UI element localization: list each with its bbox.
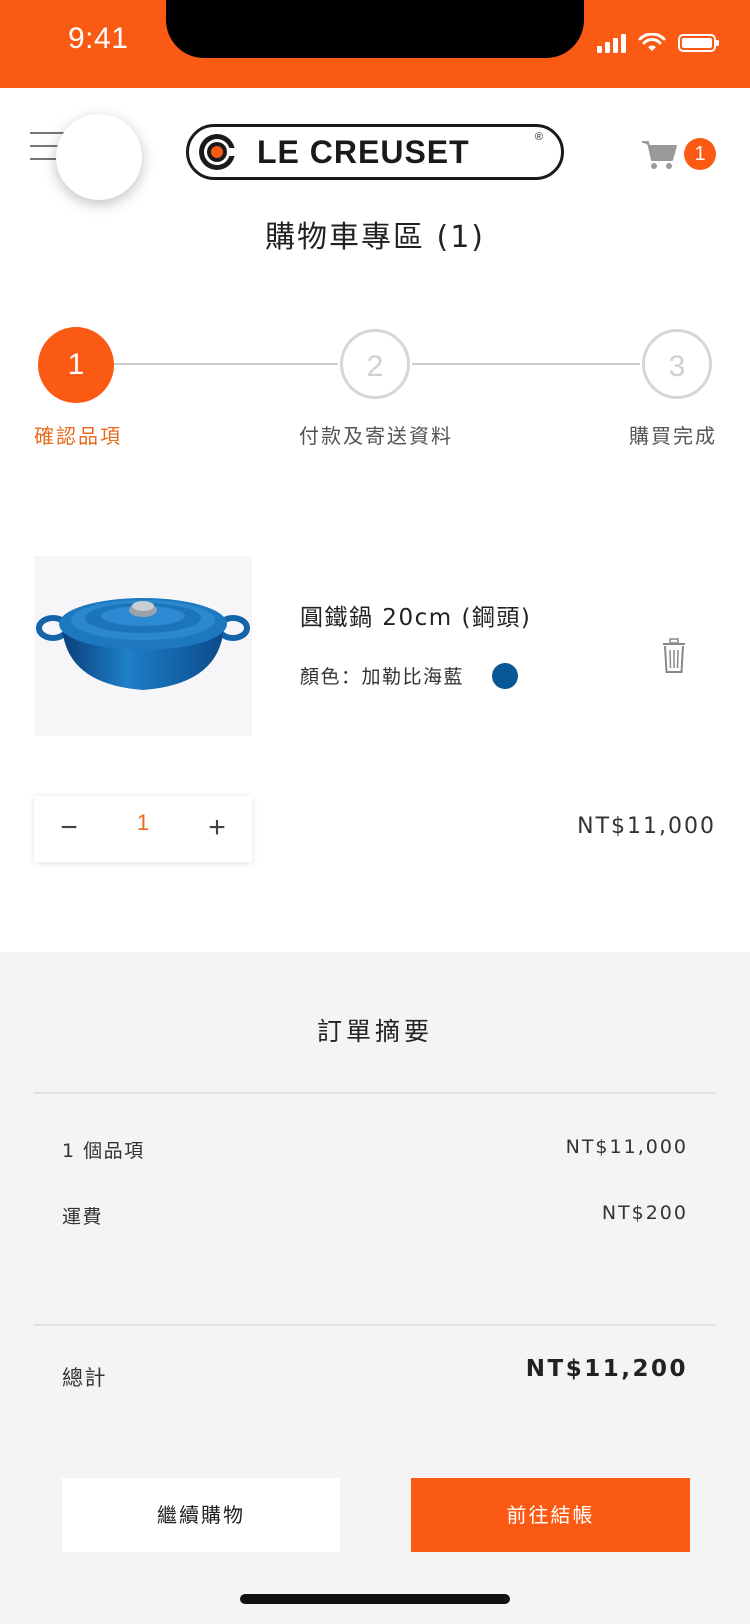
checkout-button[interactable]: 前往結帳 <box>411 1478 690 1552</box>
product-name[interactable]: 圓鐵鍋 20cm (鋼頭) <box>300 598 531 632</box>
total-value: NT$11,200 <box>525 1356 688 1382</box>
cast-iron-pot-image <box>36 598 250 690</box>
logo-text: LE CREUSET <box>257 133 470 170</box>
menu-touch-ripple <box>56 114 142 200</box>
cellular-signal-icon <box>597 33 626 53</box>
logo-registered-mark: ® <box>534 131 543 143</box>
device-notch <box>166 0 584 58</box>
step-2-label: 付款及寄送資料 <box>299 424 453 448</box>
step-connector <box>412 363 640 365</box>
decrease-quantity-button[interactable]: − <box>46 806 92 852</box>
continue-shopping-button[interactable]: 繼續購物 <box>62 1478 340 1552</box>
status-bar: 9:41 <box>0 0 750 88</box>
app-body: LE CREUSET ® 1 購物車專區 (1) 1 2 3 確認品項 付款及寄… <box>0 88 750 1624</box>
wifi-icon <box>638 33 666 51</box>
shopping-cart-icon[interactable] <box>640 134 680 174</box>
cart-count-badge: 1 <box>684 138 716 170</box>
status-icons <box>597 33 719 53</box>
logo-mark-icon <box>199 134 237 170</box>
summary-title: 訂單摘要 <box>316 1017 433 1046</box>
trash-icon[interactable] <box>660 638 688 674</box>
page-title: 購物車專區 (1) <box>264 220 486 255</box>
le-creuset-logo[interactable]: LE CREUSET ® <box>186 124 564 180</box>
shipping-value: NT$200 <box>601 1202 688 1224</box>
quantity-value[interactable]: 1 <box>118 810 168 836</box>
battery-icon <box>678 34 719 52</box>
status-time: 9:41 <box>68 22 129 55</box>
total-label: 總計 <box>62 1366 107 1390</box>
items-count-label: 1 個品項 <box>62 1140 145 1162</box>
items-subtotal: NT$11,000 <box>565 1136 688 1158</box>
quantity-stepper: − 1 + <box>34 796 252 862</box>
home-indicator[interactable] <box>240 1594 510 1604</box>
step-3-label: 購買完成 <box>629 424 717 448</box>
step-connector <box>112 363 338 365</box>
step-3-circle: 3 <box>642 329 712 399</box>
product-image[interactable] <box>34 556 252 736</box>
step-1-circle: 1 <box>38 327 114 403</box>
product-price: NT$11,000 <box>577 814 716 839</box>
step-2-circle: 2 <box>340 329 410 399</box>
summary-divider <box>34 1092 716 1094</box>
increase-quantity-button[interactable]: + <box>194 806 240 852</box>
color-swatch <box>492 663 518 689</box>
shipping-label: 運費 <box>62 1206 104 1228</box>
product-color-text: 顏色：加勒比海藍 <box>300 666 465 688</box>
header: LE CREUSET ® 1 <box>0 88 750 218</box>
summary-divider <box>34 1324 716 1326</box>
step-1-label: 確認品項 <box>34 424 122 448</box>
